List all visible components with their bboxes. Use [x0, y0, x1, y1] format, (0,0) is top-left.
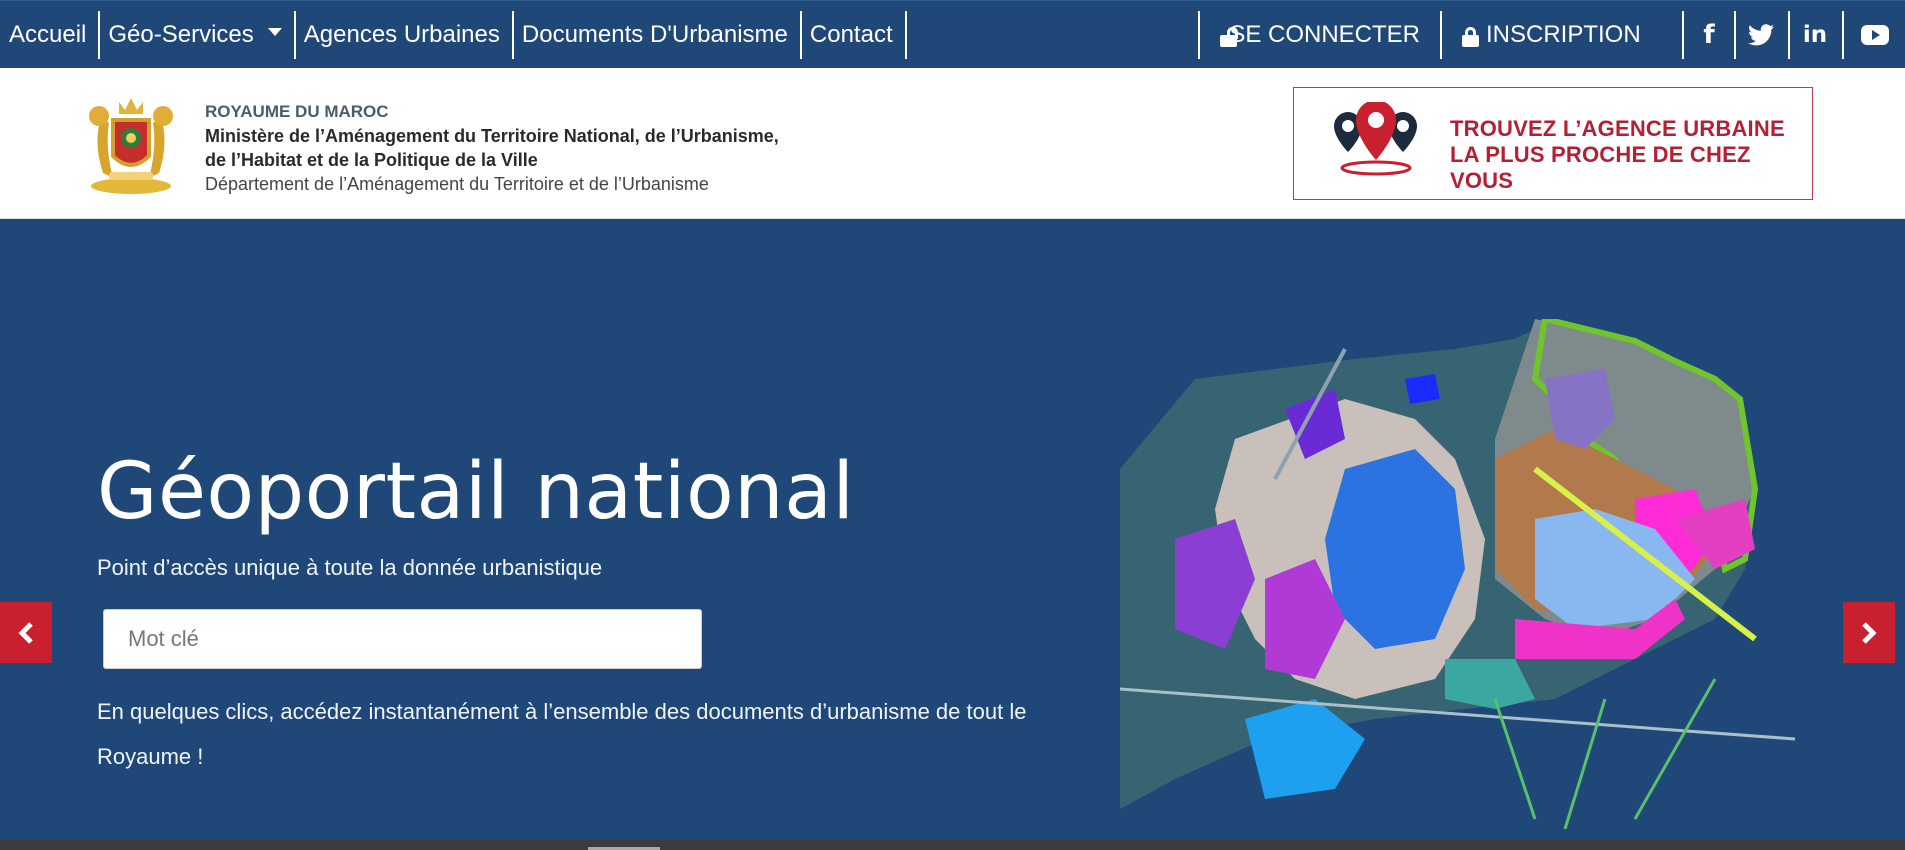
carousel-next-button[interactable] [1843, 602, 1895, 663]
nav-contact-label: Contact [809, 20, 893, 48]
hero-subtitle: Point d’accès unique à toute la donnée u… [97, 555, 603, 580]
nav-agences-label: Agences Urbaines [303, 20, 500, 48]
linkedin-link[interactable]: in [1788, 11, 1840, 59]
linkedin-icon: in [1802, 21, 1828, 48]
main-menu: Accueil Géo-Services Agences Urbaines Do… [0, 1, 907, 68]
ministry-title-block: ROYAUME DU MAROC Ministère de l’Aménagem… [205, 100, 779, 196]
youtube-icon [1860, 25, 1889, 45]
login-button[interactable]: SE CONNECTER [1198, 11, 1440, 59]
hero-title: Géoportail national [97, 447, 855, 537]
chevron-down-icon [267, 27, 282, 36]
nav-geo-services[interactable]: Géo-Services [100, 10, 296, 59]
nav-documents-label: Documents D'Urbanisme [521, 20, 788, 48]
horizontal-scrollbar[interactable] [0, 840, 1905, 850]
signup-label: INSCRIPTION [1486, 21, 1641, 48]
twitter-link[interactable] [1734, 11, 1786, 59]
lock-icon [1462, 27, 1479, 47]
urban-plan-map-image [1119, 319, 1796, 829]
twitter-icon [1748, 24, 1774, 46]
facebook-icon: f [1703, 20, 1715, 50]
auth-menu: SE CONNECTER INSCRIPTION [1198, 11, 1680, 59]
banner-line-2: LA PLUS PROCHE DE CHEZ VOUS [1450, 142, 1751, 193]
nav-contact[interactable]: Contact [802, 10, 907, 59]
ministry-line-1: Ministère de l’Aménagement du Territoire… [205, 126, 779, 146]
unlock-icon [1220, 27, 1238, 47]
facebook-link[interactable]: f [1682, 11, 1734, 59]
map-pins-icon [1334, 102, 1417, 176]
hero-description: En quelques clics, accédez instantanémen… [97, 699, 1027, 769]
keyword-search-input[interactable] [103, 609, 702, 669]
top-navbar: Accueil Géo-Services Agences Urbaines Do… [0, 0, 1905, 68]
login-label: SE CONNECTER [1229, 21, 1420, 48]
find-agency-banner[interactable]: TROUVEZ L’AGENCE URBAINE LA PLUS PROCHE … [1293, 87, 1813, 200]
moroccan-coat-of-arms-logo [89, 98, 173, 194]
banner-text: TROUVEZ L’AGENCE URBAINE LA PLUS PROCHE … [1450, 116, 1812, 194]
kingdom-label: ROYAUME DU MAROC [205, 102, 389, 121]
chevron-right-icon [1862, 621, 1877, 644]
signup-button[interactable]: INSCRIPTION [1440, 11, 1680, 59]
chevron-left-icon [18, 621, 33, 644]
nav-accueil[interactable]: Accueil [0, 10, 101, 59]
nav-accueil-label: Accueil [9, 20, 87, 48]
youtube-link[interactable] [1842, 11, 1905, 59]
ministry-line-2: de l’Habitat et de la Politique de la Vi… [205, 150, 538, 170]
hero-carousel: Géoportail national Point d’accès unique… [0, 219, 1905, 850]
banner-line-1: TROUVEZ L’AGENCE URBAINE [1450, 116, 1785, 141]
site-header: ROYAUME DU MAROC Ministère de l’Aménagem… [0, 68, 1905, 219]
department-label: Département de l’Aménagement du Territoi… [205, 174, 709, 194]
nav-geo-services-label: Géo-Services [108, 20, 254, 48]
nav-agences-urbaines[interactable]: Agences Urbaines [296, 10, 514, 59]
nav-documents-urbanisme[interactable]: Documents D'Urbanisme [514, 10, 802, 59]
carousel-prev-button[interactable] [0, 602, 52, 663]
